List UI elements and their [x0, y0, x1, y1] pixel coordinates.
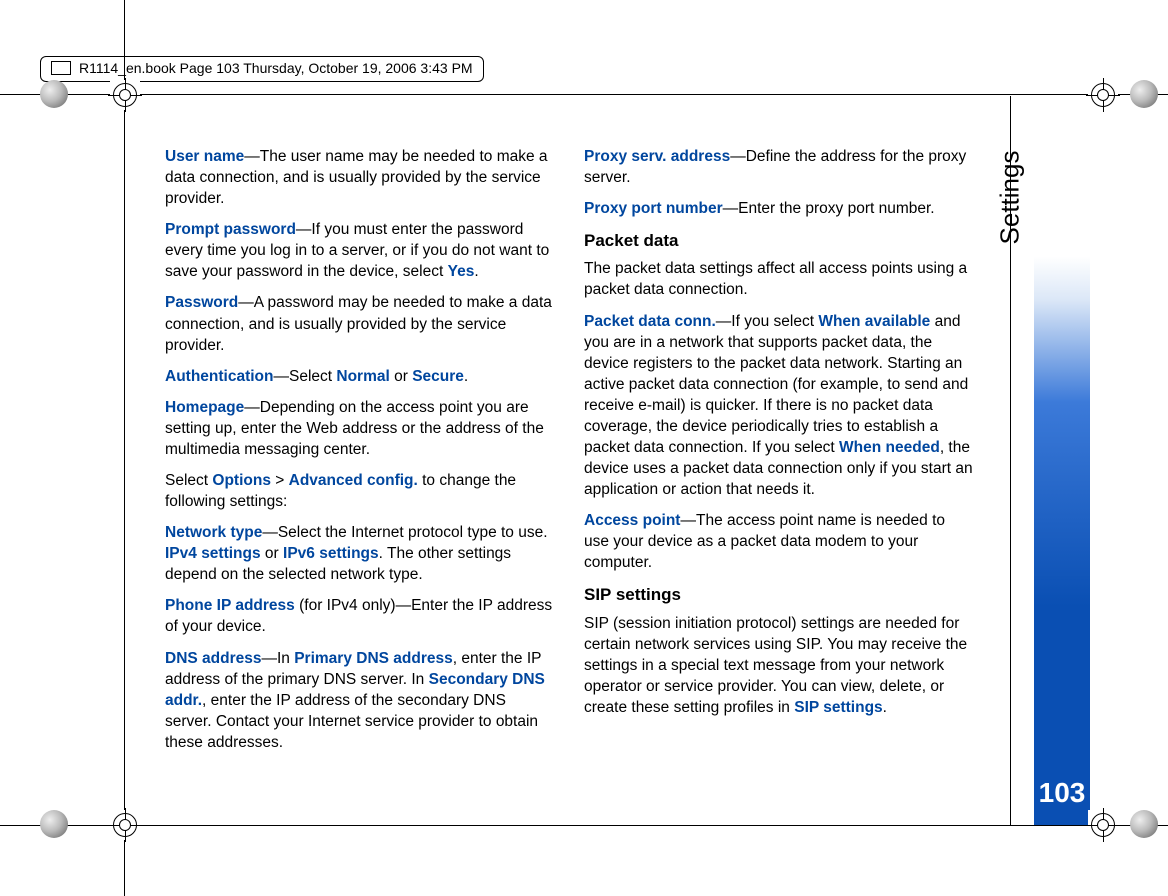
para-dns: DNS address—In Primary DNS address , ente… — [165, 648, 554, 753]
registration-mark-icon — [1088, 810, 1118, 840]
content-area: User name—The user name may be needed to… — [165, 146, 973, 746]
registration-mark-icon — [110, 810, 140, 840]
para-sip: SIP (session initiation protocol) settin… — [584, 613, 973, 718]
section-label: Settings — [995, 151, 1026, 245]
lbl-user-name: User name — [165, 148, 244, 165]
right-column: Proxy serv. address—Define the address f… — [584, 146, 973, 746]
lbl-auth: Authentication — [165, 368, 274, 385]
para-select-advanced: Select Options > Advanced config. to cha… — [165, 470, 554, 512]
para-phone-ip: Phone IP address (for IPv4 only)—Enter t… — [165, 595, 554, 637]
para-proxy-port: Proxy port number—Enter the proxy port n… — [584, 198, 973, 219]
para-access-point: Access point—The access point name is ne… — [584, 510, 973, 573]
txt: . — [464, 368, 468, 385]
txt: or — [261, 545, 283, 562]
file-info-text: R1114_en.book Page 103 Thursday, October… — [79, 60, 473, 76]
file-info-bar: R1114_en.book Page 103 Thursday, October… — [40, 56, 484, 82]
txt: . — [883, 699, 887, 716]
lbl-homepage: Homepage — [165, 399, 244, 416]
lens-icon — [1130, 810, 1158, 838]
txt: Select — [165, 472, 212, 489]
lbl-proxy-addr: Proxy serv. address — [584, 148, 730, 165]
txt: SIP (session initiation protocol) settin… — [584, 615, 967, 716]
para-homepage: Homepage—Depending on the access point y… — [165, 397, 554, 460]
page-number: 103 — [1034, 777, 1090, 809]
txt: —In — [261, 650, 294, 667]
side-blue-band — [1034, 96, 1090, 825]
lbl-network-type: Network type — [165, 524, 262, 541]
txt: —If you select — [716, 313, 819, 330]
para-prompt-password: Prompt password—If you must enter the pa… — [165, 219, 554, 282]
lbl-normal: Normal — [336, 368, 389, 385]
para-packet-intro: The packet data settings affect all acce… — [584, 258, 973, 300]
txt: —Enter the proxy port number. — [723, 200, 935, 217]
lbl-prompt-password: Prompt password — [165, 221, 296, 238]
registration-mark-icon — [1088, 80, 1118, 110]
lbl-packet-conn: Packet data conn. — [584, 313, 716, 330]
lens-icon — [40, 810, 68, 838]
left-column: User name—The user name may be needed to… — [165, 146, 554, 746]
para-network-type: Network type—Select the Internet protoco… — [165, 522, 554, 585]
book-icon — [51, 61, 73, 75]
lbl-ipv6: IPv6 settings — [283, 545, 379, 562]
lbl-ipv4: IPv4 settings — [165, 545, 261, 562]
lens-icon — [1130, 80, 1158, 108]
para-packet-conn: Packet data conn.—If you select When ava… — [584, 311, 973, 501]
lbl-proxy-port: Proxy port number — [584, 200, 723, 217]
txt: —Select the Internet protocol type to us… — [262, 524, 547, 541]
crop-line-bottom — [0, 825, 1168, 826]
txt: and you are in a network that supports p… — [584, 313, 968, 456]
heading-packet-data: Packet data — [584, 229, 973, 252]
heading-sip: SIP settings — [584, 583, 973, 606]
txt: . — [474, 263, 478, 280]
para-password: Password—A password may be needed to mak… — [165, 292, 554, 355]
lbl-options: Options — [212, 472, 271, 489]
para-auth: Authentication—Select Normal or Secure. — [165, 366, 554, 387]
lbl-secure: Secure — [412, 368, 464, 385]
lbl-primary-dns: Primary DNS address — [294, 650, 453, 667]
para-user-name: User name—The user name may be needed to… — [165, 146, 554, 209]
lbl-sip-settings: SIP settings — [794, 699, 882, 716]
para-proxy-addr: Proxy serv. address—Define the address f… — [584, 146, 973, 188]
lbl-yes: Yes — [448, 263, 475, 280]
txt: —Select — [274, 368, 337, 385]
lbl-access-point: Access point — [584, 512, 680, 529]
lbl-when-available: When available — [818, 313, 930, 330]
lbl-dns: DNS address — [165, 650, 261, 667]
lbl-when-needed: When needed — [839, 439, 940, 456]
lbl-phone-ip: Phone IP address — [165, 597, 295, 614]
lens-icon — [40, 80, 68, 108]
side-column: Settings 103 — [1010, 96, 1090, 825]
crop-line-top — [0, 94, 1168, 95]
txt: or — [390, 368, 412, 385]
lbl-password: Password — [165, 294, 238, 311]
lbl-advanced-config: Advanced config. — [289, 472, 418, 489]
crop-line-left — [124, 0, 125, 896]
txt: , enter the IP address of the secondary … — [165, 692, 538, 751]
registration-mark-icon — [110, 80, 140, 110]
section-label-wrap: Settings — [990, 96, 1030, 675]
txt: > — [271, 472, 289, 489]
